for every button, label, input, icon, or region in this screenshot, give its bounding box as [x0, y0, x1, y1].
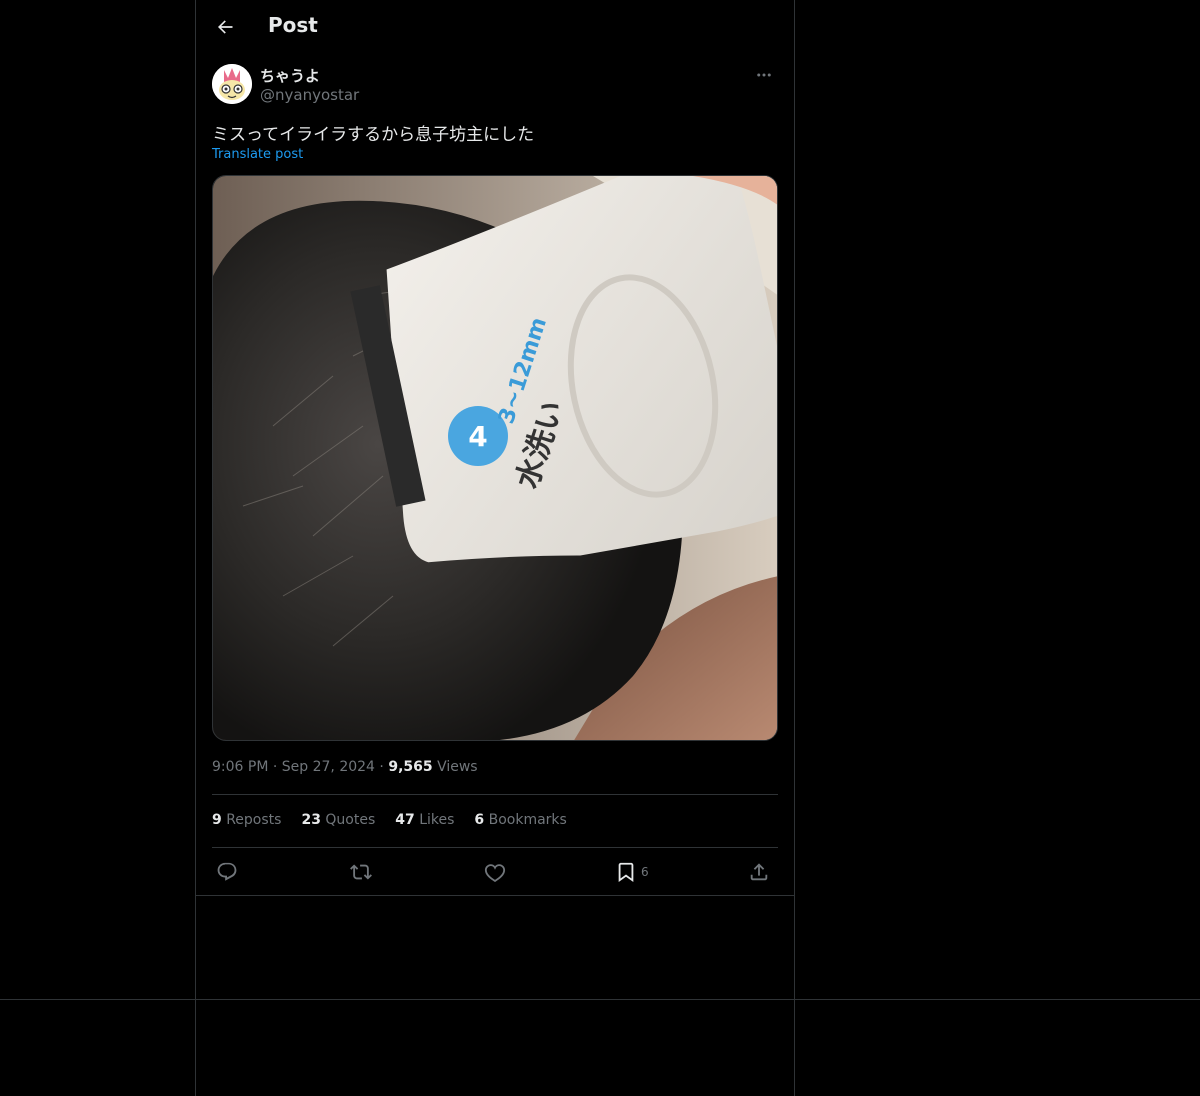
main-column: Post ちゃうよ @nyanyostar ミスってイライラするから息子坊主にし…	[195, 0, 795, 1096]
bookmarks-stat[interactable]: 6 Bookmarks	[474, 812, 566, 828]
post-image[interactable]: 4 3~12mm 水洗い	[212, 175, 778, 741]
quotes-label: Quotes	[325, 812, 376, 828]
page-title: Post	[268, 13, 318, 37]
clipper-steps-number: 4	[468, 420, 487, 453]
bookmark-button[interactable]: 6	[615, 857, 649, 887]
post-bottom-border	[196, 895, 794, 896]
bookmark-icon	[618, 862, 634, 883]
post-author: ちゃうよ @nyanyostar	[212, 64, 778, 108]
divider	[212, 794, 778, 795]
bookmarks-count: 6	[474, 812, 485, 828]
post-text: ミスってイライラするから息子坊主にした	[212, 125, 535, 145]
arrow-left-icon	[218, 20, 233, 34]
more-icon	[757, 73, 771, 77]
post-stats: 9 Reposts 23 Quotes 47 Likes 6 Bookmarks	[212, 812, 567, 828]
views-count: 9,565	[388, 759, 433, 775]
reposts-count: 9	[212, 812, 222, 828]
heart-icon	[484, 864, 506, 882]
likes-stat[interactable]: 47 Likes	[395, 812, 454, 828]
top-bar: Post	[196, 0, 794, 53]
reply-icon	[217, 862, 237, 881]
reply-button[interactable]	[216, 857, 238, 887]
avatar-image	[212, 64, 252, 104]
reposts-label: Reposts	[226, 812, 282, 828]
more-options-button[interactable]	[750, 64, 778, 86]
avatar[interactable]	[212, 64, 252, 104]
post-time[interactable]: 9:06 PM	[212, 759, 268, 775]
share-button[interactable]	[748, 857, 770, 887]
quotes-stat[interactable]: 23 Quotes	[301, 812, 375, 828]
bookmarks-label: Bookmarks	[488, 812, 567, 828]
views-label: Views	[437, 759, 478, 775]
repost-button[interactable]	[350, 857, 372, 887]
likes-count: 47	[395, 812, 415, 828]
post-date[interactable]: Sep 27, 2024	[282, 759, 375, 775]
back-button[interactable]	[212, 14, 238, 40]
share-icon	[750, 863, 768, 881]
hair-clipper-photo: 4 3~12mm 水洗い	[213, 176, 777, 740]
likes-label: Likes	[419, 812, 455, 828]
author-handle[interactable]: @nyanyostar	[260, 86, 359, 104]
repost-icon	[350, 864, 372, 880]
translate-post-link[interactable]: Translate post	[212, 147, 303, 162]
bookmark-count: 6	[641, 865, 649, 879]
meta-separator: ·	[379, 759, 389, 775]
post-meta: 9:06 PM · Sep 27, 2024 · 9,565 Views	[212, 759, 478, 775]
like-button[interactable]	[484, 857, 506, 887]
quotes-count: 23	[301, 812, 321, 828]
post-actions: 6	[212, 857, 778, 887]
meta-separator: ·	[272, 759, 282, 775]
divider	[212, 847, 778, 848]
reposts-stat[interactable]: 9 Reposts	[212, 812, 281, 828]
author-display-name[interactable]: ちゃうよ	[260, 65, 320, 86]
